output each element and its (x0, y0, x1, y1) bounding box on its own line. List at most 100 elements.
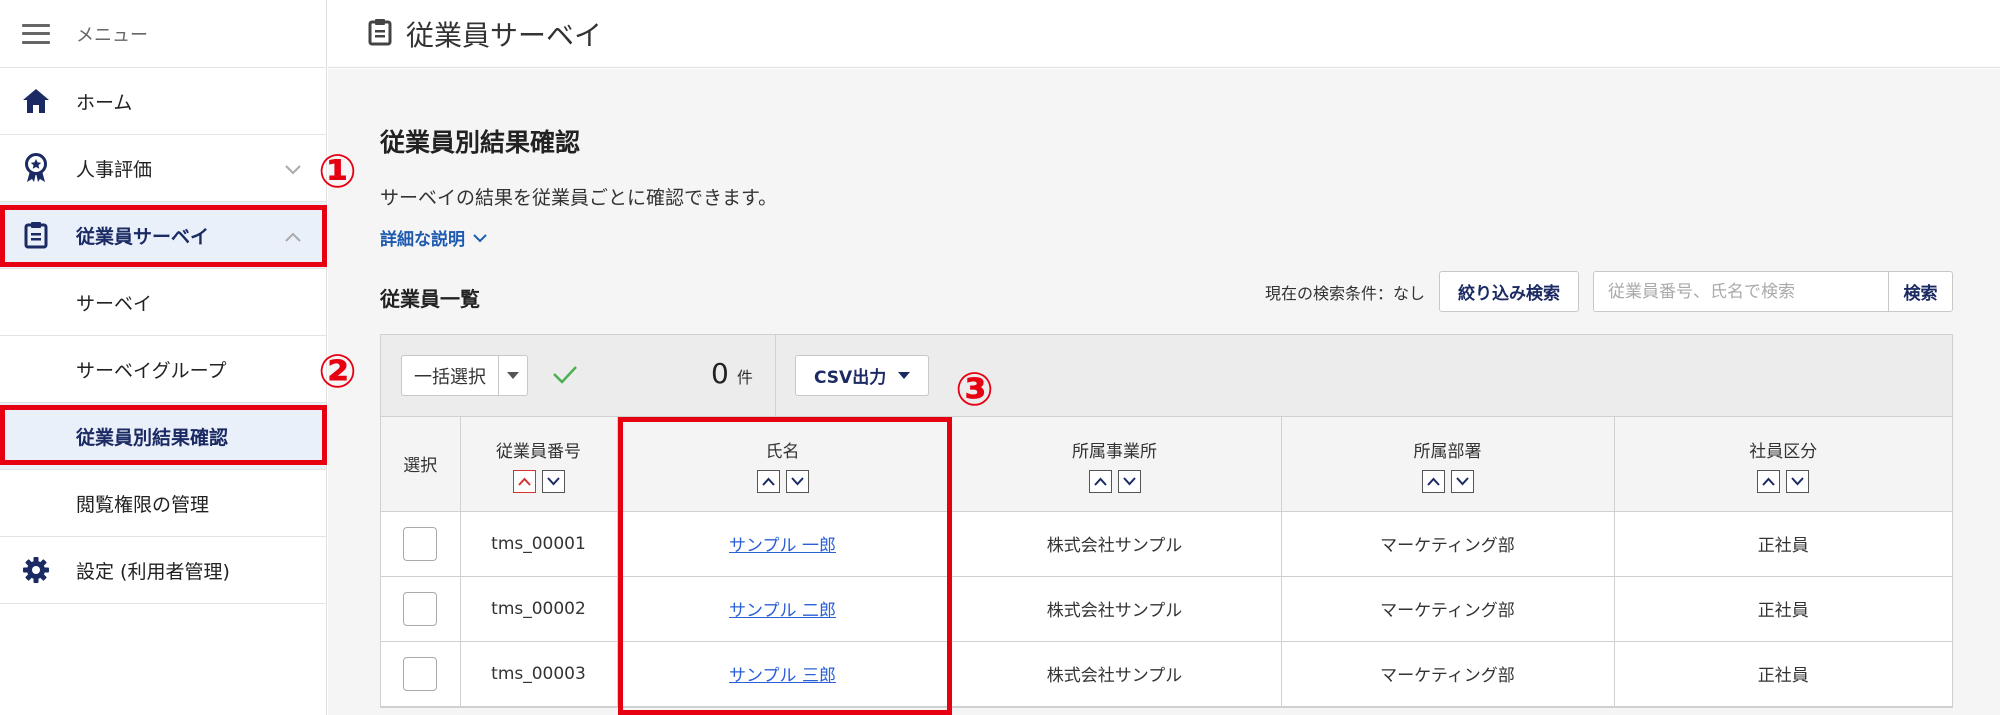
column-header-employee-type: 社員区分 (1614, 417, 1952, 512)
chevron-down-icon (284, 159, 302, 181)
sidebar-item-survey[interactable]: 従業員サーベイ (0, 202, 326, 269)
sidebar: メニュー ホーム 人事評価 従業員サーベイ サーベイ サーベイグループ 従業員別… (0, 0, 327, 715)
employee-type-cell: 正社員 (1614, 641, 1952, 707)
table-row: tms_00003 サンプル 三郎 株式会社サンプル マーケティング部 正社員 (381, 641, 1952, 707)
department-cell: マーケティング部 (1281, 641, 1615, 707)
sidebar-item-label: 人事評価 (76, 158, 153, 181)
sidebar-item-label: 従業員別結果確認 (76, 426, 229, 449)
search-box: 検索 (1593, 271, 1953, 312)
row-checkbox[interactable] (403, 591, 438, 626)
chevron-up-icon (284, 226, 302, 248)
department-cell: マーケティング部 (1281, 511, 1615, 577)
annotation-badge-2: ② (318, 344, 357, 398)
sidebar-item-permissions[interactable]: 閲覧権限の管理 (0, 470, 326, 537)
sort-desc-button[interactable] (1786, 469, 1810, 493)
column-header-employee-id: 従業員番号 (460, 417, 618, 512)
selected-count: 0 件 (711, 357, 753, 390)
office-cell: 株式会社サンプル (948, 641, 1282, 707)
table-header-row: 選択 従業員番号 氏名 所属事業所 所属部署 社員区分 (381, 417, 1952, 512)
employee-type-cell: 正社員 (1614, 576, 1952, 642)
count-number: 0 (711, 357, 729, 390)
bulk-select-dropdown[interactable]: 一括選択 (401, 355, 528, 396)
column-label: 社員区分 (1749, 441, 1818, 462)
sort-asc-button[interactable] (512, 469, 536, 493)
column-label: 氏名 (765, 441, 800, 462)
department-cell: マーケティング部 (1281, 576, 1615, 642)
home-icon (21, 86, 51, 116)
column-label: 所属部署 (1413, 441, 1482, 462)
sidebar-item-label: サーベイグループ (76, 359, 227, 382)
csv-export: CSV出力 (795, 355, 930, 396)
annotation-badge-1: ① (318, 144, 357, 198)
main-content: 従業員別結果確認 サーベイの結果を従業員ごとに確認できます。 詳細な説明 従業員… (328, 69, 2000, 715)
employee-id-cell: tms_00003 (460, 641, 618, 707)
employee-type-cell: 正社員 (1614, 511, 1952, 577)
search-area: 現在の検索条件：なし 絞り込み検索 検索 (1265, 271, 1953, 312)
annotation-badge-3: ③ (955, 362, 994, 416)
sidebar-item-home[interactable]: ホーム (0, 68, 326, 135)
clipboard-icon (21, 220, 51, 250)
toolbar-divider (775, 335, 776, 417)
column-label: 従業員番号 (496, 441, 581, 462)
caret-down-icon (898, 371, 911, 379)
csv-export-label: CSV出力 (814, 368, 887, 388)
filter-search-button[interactable]: 絞り込み検索 (1439, 271, 1579, 312)
sidebar-item-label: 設定 (利用者管理) (76, 560, 230, 583)
search-button[interactable]: 検索 (1888, 272, 1952, 311)
sort-asc-button[interactable] (1757, 469, 1781, 493)
sidebar-item-employee-results[interactable]: 従業員別結果確認 (0, 403, 326, 470)
table-row: tms_00001 サンプル 一郎 株式会社サンプル マーケティング部 正社員 (381, 511, 1952, 577)
caret-down-icon[interactable] (499, 356, 527, 395)
office-cell: 株式会社サンプル (948, 511, 1282, 577)
clipboard-icon (368, 18, 392, 50)
employee-name-link[interactable]: サンプル 一郎 (729, 536, 836, 556)
count-unit: 件 (736, 368, 753, 387)
employee-id-cell: tms_00001 (460, 511, 618, 577)
sidebar-item-survey-groups[interactable]: サーベイグループ (0, 336, 326, 403)
column-label: 所属事業所 (1072, 441, 1157, 462)
sort-asc-button[interactable] (1088, 469, 1112, 493)
detail-link-label: 詳細な説明 (380, 230, 465, 250)
employee-table: 一括選択 0 件 CSV出力 選択 従業員番号 氏名 所属事業所 所属部署 社員… (380, 334, 1953, 708)
bulk-select-label: 一括選択 (402, 356, 499, 395)
sidebar-item-settings[interactable]: 設定 (利用者管理) (0, 537, 326, 604)
check-icon (552, 364, 578, 388)
sort-desc-button[interactable] (541, 469, 565, 493)
employee-name-link[interactable]: サンプル 三郎 (729, 666, 836, 686)
column-label: 選択 (403, 456, 438, 477)
employee-id-cell: tms_00002 (460, 576, 618, 642)
column-header-select: 選択 (381, 417, 461, 512)
employee-name-link[interactable]: サンプル 二郎 (729, 601, 836, 621)
sidebar-item-evaluation[interactable]: 人事評価 (0, 135, 326, 202)
row-checkbox[interactable] (403, 526, 438, 561)
row-checkbox[interactable] (403, 656, 438, 691)
table-toolbar: 一括選択 0 件 CSV出力 (381, 335, 1952, 417)
sort-asc-button[interactable] (756, 469, 780, 493)
page-title: 従業員サーベイ (406, 18, 603, 52)
list-title: 従業員一覧 (380, 287, 480, 311)
search-input[interactable] (1594, 272, 1888, 311)
menu-header[interactable]: メニュー (0, 0, 326, 68)
gear-icon (21, 555, 51, 585)
hamburger-icon[interactable] (22, 23, 50, 44)
section-heading: 従業員別結果確認 (380, 128, 581, 157)
sort-desc-button[interactable] (1117, 469, 1141, 493)
top-bar: 従業員サーベイ (328, 0, 2000, 68)
sort-desc-button[interactable] (785, 469, 809, 493)
detail-link[interactable]: 詳細な説明 (380, 225, 487, 250)
table-row: tms_00002 サンプル 二郎 株式会社サンプル マーケティング部 正社員 (381, 576, 1952, 642)
sidebar-item-label: 閲覧権限の管理 (76, 493, 210, 516)
office-cell: 株式会社サンプル (948, 576, 1282, 642)
sort-desc-button[interactable] (1450, 469, 1474, 493)
sidebar-item-label: ホーム (76, 91, 133, 114)
award-icon (21, 153, 51, 183)
menu-label: メニュー (76, 24, 148, 46)
sidebar-item-surveys[interactable]: サーベイ (0, 269, 326, 336)
sidebar-item-label: サーベイ (76, 292, 153, 315)
search-condition: 現在の検索条件：なし (1264, 283, 1425, 303)
csv-export-button[interactable]: CSV出力 (795, 355, 930, 396)
sidebar-item-label: 従業員サーベイ (76, 225, 210, 248)
results-table: 選択 従業員番号 氏名 所属事業所 所属部署 社員区分 tms_00001 サン… (381, 417, 1952, 707)
column-header-name: 氏名 (617, 417, 949, 512)
sort-asc-button[interactable] (1421, 469, 1445, 493)
